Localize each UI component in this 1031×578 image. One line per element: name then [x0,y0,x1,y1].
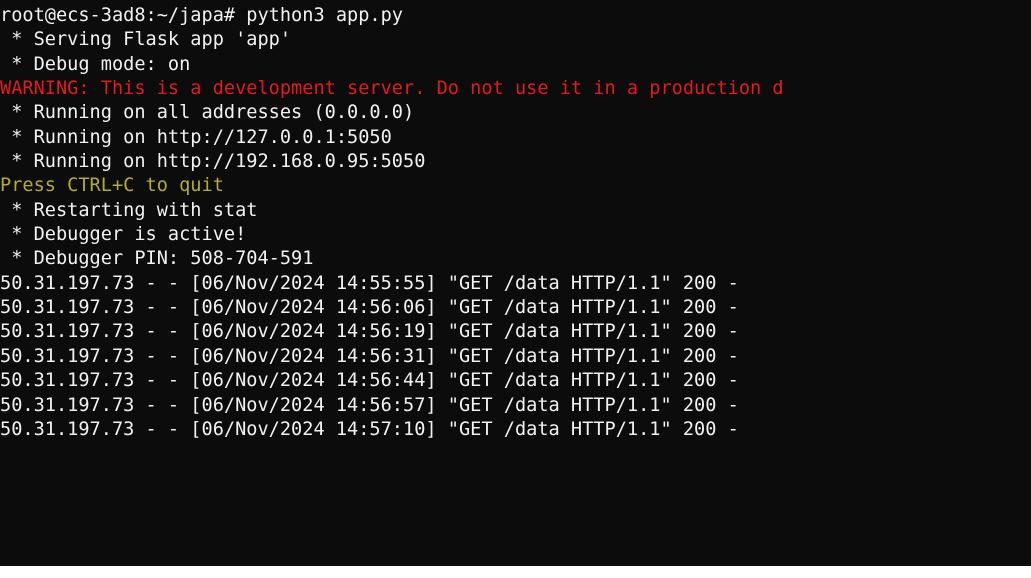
request-log-line: 50.31.197.73 - - [06/Nov/2024 14:57:10] … [0,418,739,440]
request-log-line: 50.31.197.73 - - [06/Nov/2024 14:56:06] … [0,297,739,319]
quit-hint-line: Press CTRL+C to quit [0,175,224,197]
request-log-line: 50.31.197.73 - - [06/Nov/2024 14:56:31] … [0,345,739,367]
flask-serving-line: * Serving Flask app 'app' [0,29,292,51]
request-log-line: 50.31.197.73 - - [06/Nov/2024 14:56:19] … [0,321,739,343]
request-log-line: 50.31.197.73 - - [06/Nov/2024 14:56:57] … [0,394,739,416]
debugger-active-line: * Debugger is active! [0,224,247,246]
running-lan-line: * Running on http://192.168.0.95:5050 [0,151,426,173]
debugger-pin-line: * Debugger PIN: 508-704-591 [0,248,314,270]
request-log-line: 50.31.197.73 - - [06/Nov/2024 14:56:44] … [0,370,739,392]
debug-mode-line: * Debug mode: on [0,53,191,75]
request-log-line: 50.31.197.73 - - [06/Nov/2024 14:55:55] … [0,272,739,294]
shell-command-line: root@ecs-3ad8:~/japa# python3 app.py [0,5,403,26]
terminal-window[interactable]: root@ecs-3ad8:~/japa# python3 app.py * S… [0,0,1031,566]
restarting-line: * Restarting with stat [0,199,258,221]
running-localhost-line: * Running on http://127.0.0.1:5050 [0,126,392,148]
running-all-addresses-line: * Running on all addresses (0.0.0.0) [0,102,415,124]
warning-line: WARNING: This is a development server. D… [0,78,784,100]
